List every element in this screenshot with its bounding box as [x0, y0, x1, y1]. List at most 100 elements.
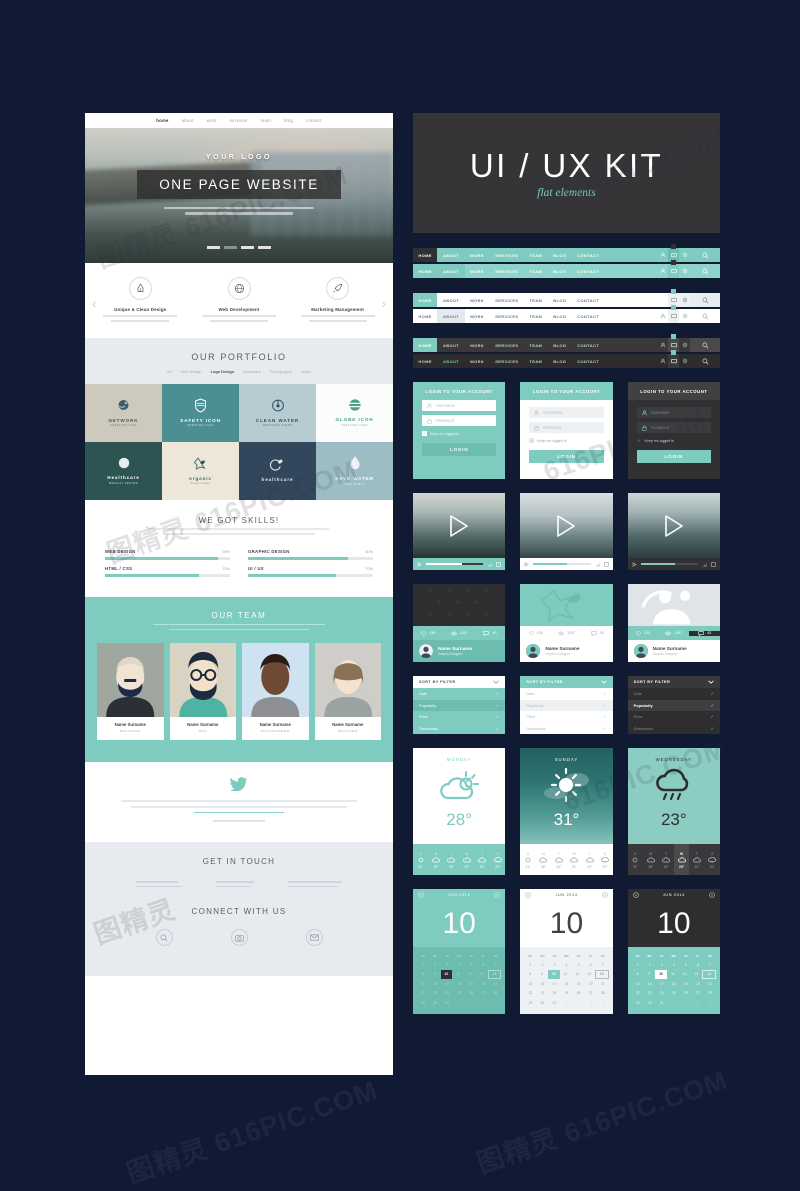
calendar-day-outside[interactable]: 2 — [573, 998, 585, 1008]
nav-item-contact[interactable]: contact — [306, 118, 322, 123]
likes-stat[interactable]: 130 — [628, 630, 659, 636]
navbar-item-work[interactable]: WORK — [465, 309, 490, 323]
views-stat[interactable]: 1157 — [551, 631, 582, 636]
search-icon[interactable] — [690, 248, 720, 262]
username-field[interactable]: Username — [636, 407, 711, 418]
navbar-item-contact[interactable]: CONTACT — [572, 309, 605, 323]
search-icon[interactable] — [690, 354, 720, 368]
forecast-day[interactable]: T 24° — [582, 844, 597, 875]
remember-checkbox[interactable]: ✓ — [637, 438, 642, 443]
navbar-item-services[interactable]: SERVICES — [490, 264, 524, 278]
forecast-day[interactable]: T 26° — [444, 844, 459, 875]
card-user[interactable]: Name Surname Graphic Designer — [627, 640, 720, 662]
forecast-day[interactable]: T 26° — [551, 844, 566, 875]
sort-option-popularity[interactable]: Popularity ✓ — [627, 699, 720, 711]
calendar-day[interactable]: 12 — [679, 970, 691, 980]
navbar-item-team[interactable]: TEAM — [524, 264, 548, 278]
calendar-day[interactable]: 11 — [667, 970, 679, 980]
password-field[interactable]: Password — [529, 422, 604, 433]
navbar-item-team[interactable]: TEAM — [524, 338, 548, 352]
chevron-left-circle-icon[interactable] — [525, 891, 532, 898]
navbar-item-blog[interactable]: BLOG — [548, 354, 572, 368]
calendar-day[interactable]: 31 — [441, 998, 453, 1008]
calendar-day[interactable]: 4 — [560, 960, 572, 970]
calendar-day[interactable]: 17 — [548, 979, 560, 989]
navbar-item-team[interactable]: TEAM — [524, 309, 548, 323]
video-thumbnail[interactable] — [627, 493, 720, 558]
video-controls[interactable] — [627, 558, 720, 570]
calendar-day-outside[interactable]: 1 — [668, 998, 680, 1008]
calendar-day[interactable]: 9 — [643, 970, 655, 980]
gear-icon[interactable] — [679, 293, 690, 307]
features-next-arrow[interactable]: › — [382, 296, 386, 311]
calendar-day[interactable]: 21 — [704, 979, 716, 989]
sort-option-price[interactable]: Price ✓ — [627, 711, 720, 723]
calendar-day[interactable]: 9 — [429, 970, 441, 980]
calendar-day[interactable]: 13 — [476, 970, 488, 980]
navbar-item-home[interactable]: HOME — [413, 309, 437, 323]
calendar-day[interactable]: 2 — [644, 960, 656, 970]
calendar-day-selected[interactable]: 10 — [655, 969, 667, 979]
calendar-day[interactable]: 18 — [560, 979, 572, 989]
calendar-day[interactable]: 24 — [656, 989, 668, 999]
calendar-day[interactable]: 8 — [632, 970, 644, 980]
search-icon[interactable] — [690, 264, 720, 278]
calendar-day[interactable]: 7 — [597, 960, 609, 970]
calendar-day-outlined[interactable]: 14 — [702, 969, 717, 979]
feature-card[interactable]: Web Development — [190, 277, 289, 322]
portfolio-item[interactable]: SAFETY ICON CREATIVE LOGO — [162, 383, 239, 442]
navbar-item-team[interactable]: TEAM — [524, 248, 548, 262]
calendar-day[interactable]: 21 — [597, 979, 609, 989]
calendar-day[interactable]: 17 — [441, 979, 453, 989]
calendar-day[interactable]: 3 — [548, 960, 560, 970]
forecast-day[interactable]: S 20° — [705, 844, 720, 875]
remember-me-row[interactable]: ✓ Keep me logged in — [637, 438, 711, 443]
calendar-day-outside[interactable]: 4 — [597, 998, 609, 1008]
calendar-day[interactable]: 20 — [692, 979, 704, 989]
calendar-day[interactable]: 28 — [704, 989, 716, 999]
navbar-item-work[interactable]: WORK — [465, 293, 490, 307]
calendar-day[interactable]: 19 — [680, 979, 692, 989]
calendar-day[interactable]: 5 — [680, 960, 692, 970]
search-icon[interactable] — [690, 338, 720, 352]
navbar-item-services[interactable]: SERVICES — [490, 309, 524, 323]
calendar-day-outside[interactable]: 4 — [704, 998, 716, 1008]
calendar-day-outside[interactable]: 2 — [465, 998, 477, 1008]
comments-stat[interactable]: 43 — [689, 630, 720, 636]
calendar-day-selected[interactable]: 10 — [440, 969, 453, 979]
website-nav[interactable]: home about work services team blog conta… — [85, 113, 393, 128]
sort-option-date[interactable]: Date ✓ — [413, 688, 506, 700]
calendar-day[interactable]: 31 — [656, 998, 668, 1008]
calendar-day[interactable]: 15 — [632, 979, 644, 989]
navbar-item-contact[interactable]: CONTACT — [572, 293, 605, 307]
user-icon[interactable] — [657, 309, 668, 323]
calendar-day[interactable]: 15 — [417, 979, 429, 989]
portfolio-tab-web-design[interactable]: Web Design — [180, 369, 201, 374]
calendar-day-outside[interactable]: 3 — [585, 998, 597, 1008]
user-icon[interactable] — [657, 354, 668, 368]
team-member-card[interactable]: Name Surname MANAGER — [314, 643, 381, 741]
portfolio-item[interactable]: CLEAN WATER ABSOLUTE CLEAN — [239, 383, 316, 442]
navbar-item-about[interactable]: ABOUT — [437, 248, 464, 262]
calendar-day[interactable]: 3 — [441, 960, 453, 970]
nav-item-blog[interactable]: blog — [284, 118, 293, 123]
calendar-day[interactable]: 19 — [573, 979, 585, 989]
navbar-item-contact[interactable]: CONTACT — [572, 354, 605, 368]
calendar-day[interactable]: 16 — [429, 979, 441, 989]
team-member-card[interactable]: Name Surname PROGRAMMER — [242, 643, 309, 741]
calendar-day[interactable]: 20 — [477, 979, 489, 989]
navbar-item-about[interactable]: ABOUT — [437, 293, 464, 307]
chevron-right-circle-icon[interactable] — [709, 891, 715, 898]
chevron-right-circle-icon[interactable] — [601, 891, 608, 898]
portfolio-item[interactable]: Healthcare MEDICAL CENTER — [85, 441, 162, 500]
navbar-teal-light-active[interactable]: HOME ABOUT WORK SERVICES TEAM BLOG CONTA… — [413, 260, 720, 278]
calendar-day[interactable]: 25 — [668, 989, 680, 999]
forecast-day[interactable]: W 23° — [459, 844, 474, 875]
calendar-day[interactable]: 6 — [585, 960, 597, 970]
sort-option-date[interactable]: Date ✓ — [627, 688, 720, 700]
user-icon[interactable] — [657, 338, 668, 352]
calendar-day[interactable]: 7 — [489, 960, 501, 970]
calendar-day-outside[interactable]: 1 — [560, 998, 572, 1008]
video-progress-bar[interactable] — [640, 562, 698, 566]
calendar-day[interactable]: 23 — [429, 989, 441, 999]
